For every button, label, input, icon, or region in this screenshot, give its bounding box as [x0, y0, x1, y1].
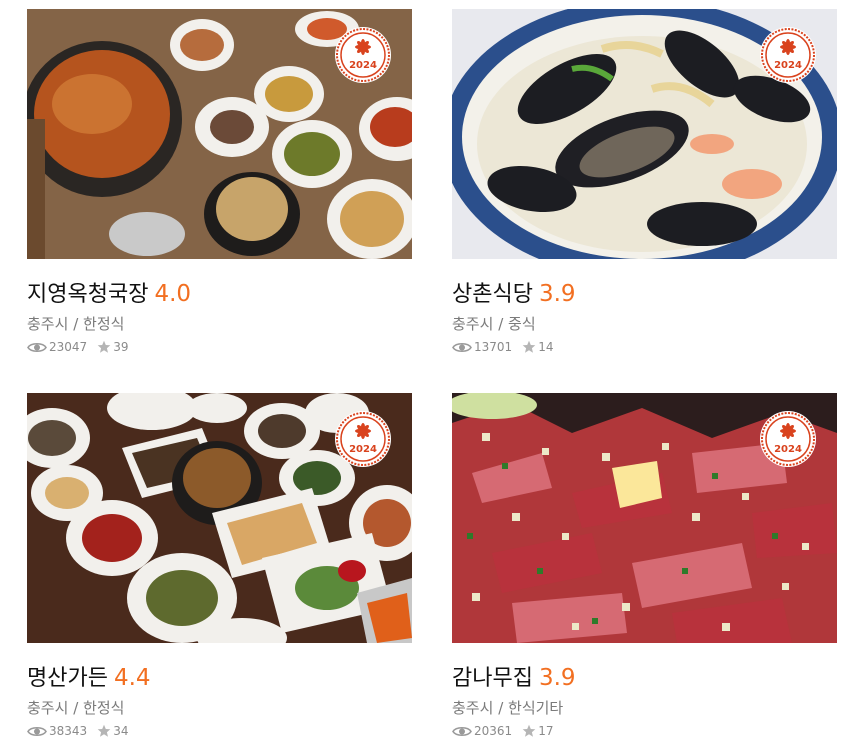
title-row: 상촌식당 3.9 [452, 279, 837, 309]
restaurant-stats: 13701 14 [452, 338, 837, 356]
award-badge-icon: 2024 [759, 26, 817, 84]
award-badge-icon: 2024 [334, 410, 392, 468]
stars-count: 17 [538, 724, 554, 738]
badge-year: 2024 [774, 60, 802, 71]
region-label: 충주시 [452, 315, 494, 333]
eye-icon [27, 726, 47, 736]
star-icon [97, 340, 111, 353]
stars-count: 34 [113, 724, 129, 738]
restaurant-meta: 충주시 / 중식 [452, 313, 837, 335]
region-label: 충주시 [27, 315, 69, 333]
stars-count: 14 [538, 340, 554, 354]
restaurant-card: 2024 명산가든 4.4 충주시 / 한정식 38343 34 [27, 393, 412, 740]
award-badge-icon: 2024 [759, 410, 817, 468]
title-row: 감나무집 3.9 [452, 663, 837, 693]
restaurant-stats: 20361 17 [452, 722, 837, 740]
star-icon [522, 340, 536, 353]
restaurant-card: 2024 지영옥청국장 4.0 충주시 / 한정식 23047 39 [27, 9, 412, 356]
separator: / [498, 699, 504, 717]
restaurant-rating: 4.4 [113, 665, 151, 691]
region-label: 충주시 [27, 699, 69, 717]
restaurant-rating: 4.0 [154, 281, 192, 307]
restaurant-photo[interactable]: 2024 [27, 393, 412, 643]
restaurant-rating: 3.9 [538, 665, 576, 691]
views-stat: 38343 [27, 722, 87, 740]
views-stat: 13701 [452, 338, 512, 356]
restaurant-meta: 충주시 / 한정식 [27, 313, 412, 335]
restaurant-photo[interactable]: 2024 [27, 9, 412, 259]
region-label: 충주시 [452, 699, 494, 717]
eye-icon [452, 726, 472, 736]
star-icon [522, 724, 536, 737]
eye-icon [27, 342, 47, 352]
separator: / [73, 699, 79, 717]
views-count: 23047 [49, 340, 88, 354]
restaurant-meta: 충주시 / 한정식 [27, 697, 412, 719]
award-badge-icon: 2024 [334, 26, 392, 84]
restaurant-meta: 충주시 / 한식기타 [452, 697, 837, 719]
title-row: 명산가든 4.4 [27, 663, 412, 693]
category-label: 한식기타 [508, 699, 564, 717]
category-label: 한정식 [83, 699, 125, 717]
stars-stat: 39 [97, 338, 128, 356]
restaurant-stats: 23047 39 [27, 338, 412, 356]
views-count: 20361 [474, 724, 513, 738]
separator: / [73, 315, 79, 333]
restaurant-photo[interactable]: 2024 [452, 9, 837, 259]
stars-stat: 34 [97, 722, 128, 740]
views-count: 38343 [49, 724, 88, 738]
category-label: 한정식 [83, 315, 125, 333]
stars-count: 39 [113, 340, 129, 354]
restaurant-name[interactable]: 상촌식당 [452, 282, 533, 307]
restaurant-photo[interactable]: 2024 [452, 393, 837, 643]
views-stat: 23047 [27, 338, 87, 356]
views-stat: 20361 [452, 722, 512, 740]
star-icon [97, 724, 111, 737]
category-label: 중식 [508, 315, 536, 333]
restaurant-card: 2024 상촌식당 3.9 충주시 / 중식 13701 14 [452, 9, 837, 356]
badge-year: 2024 [349, 444, 377, 455]
title-row: 지영옥청국장 4.0 [27, 279, 412, 309]
badge-year: 2024 [349, 60, 377, 71]
badge-year: 2024 [774, 444, 802, 455]
restaurant-name[interactable]: 감나무집 [452, 666, 533, 691]
stars-stat: 14 [522, 338, 553, 356]
separator: / [498, 315, 504, 333]
restaurant-stats: 38343 34 [27, 722, 412, 740]
restaurant-name[interactable]: 명산가든 [27, 666, 108, 691]
stars-stat: 17 [522, 722, 553, 740]
eye-icon [452, 342, 472, 352]
restaurant-rating: 3.9 [538, 281, 576, 307]
restaurant-card: 2024 감나무집 3.9 충주시 / 한식기타 20361 17 [452, 393, 837, 740]
views-count: 13701 [474, 340, 513, 354]
restaurant-name[interactable]: 지영옥청국장 [27, 282, 148, 307]
